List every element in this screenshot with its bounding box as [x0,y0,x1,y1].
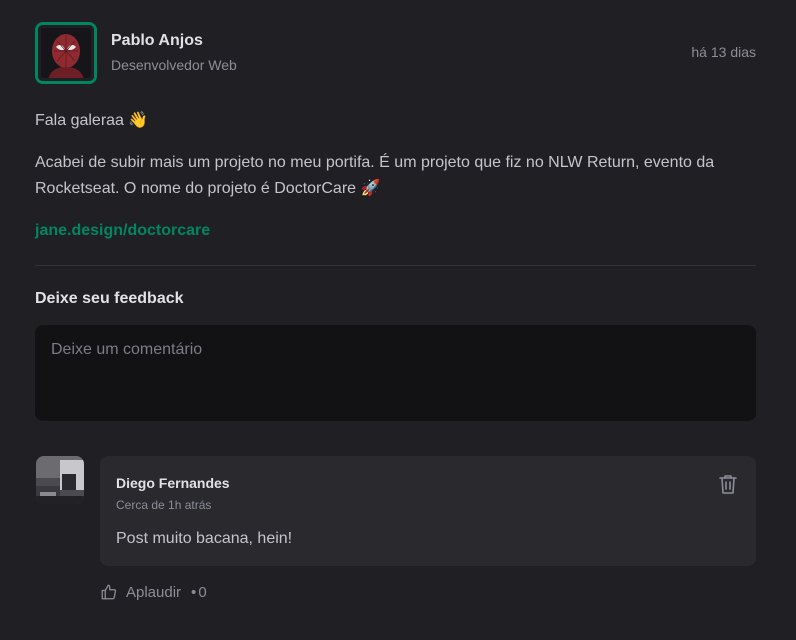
post-greeting: Fala galeraa 👋 [35,112,149,129]
comment-text: Post muito bacana, hein! [116,530,293,547]
commenter-name: Diego Fernandes [116,475,230,491]
author-name: Pablo Anjos [111,32,203,49]
comment-input[interactable] [35,325,756,421]
applaud-label: Aplaudir [126,583,182,601]
project-link[interactable]: jane.design/doctorcare [35,222,210,239]
commenter-avatar-image [36,456,84,504]
post-card: Pablo Anjos Desenvolvedor Web há 13 dias… [0,0,796,640]
feedback-title: Deixe seu feedback [35,290,184,307]
author-role: Desenvolvedor Web [111,57,237,73]
comment: Diego Fernandes Cerca de 1h atrás Post m… [36,456,756,606]
divider [35,265,756,266]
post-header: Pablo Anjos Desenvolvedor Web há 13 dias [35,22,756,84]
applaud-count: 0 [198,583,207,601]
author-avatar[interactable] [35,22,97,84]
post-body: Acabei de subir mais um projeto no meu p… [35,154,715,197]
post-timestamp: há 13 dias [691,44,756,60]
spiderman-avatar-image [38,25,94,81]
comment-card: Diego Fernandes Cerca de 1h atrás Post m… [100,456,756,566]
post-content: Fala galeraa 👋 Acabei de subir mais um p… [35,108,756,260]
thumbs-up-icon [101,584,117,600]
trash-icon [719,475,737,494]
applaud-button[interactable]: Aplaudir • 0 [100,580,207,604]
comment-timestamp: Cerca de 1h atrás [116,498,212,512]
delete-comment-button[interactable] [716,472,740,496]
commenter-avatar[interactable] [36,456,84,504]
applaud-separator: • [191,583,197,601]
